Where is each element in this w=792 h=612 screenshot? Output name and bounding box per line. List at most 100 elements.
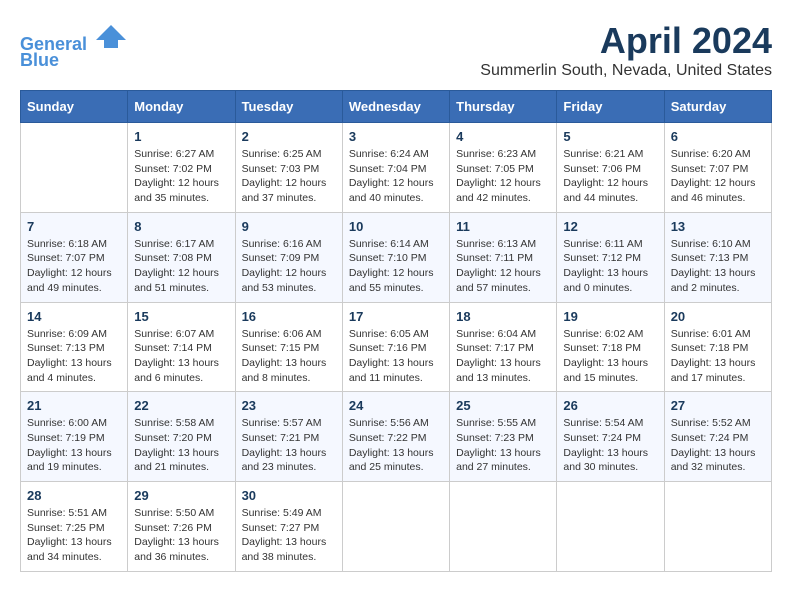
day-number: 21 <box>27 398 121 413</box>
day-number: 13 <box>671 219 765 234</box>
calendar-cell: 18 Sunrise: 6:04 AM Sunset: 7:17 PM Dayli… <box>450 302 557 392</box>
calendar-cell: 13 Sunrise: 6:10 AM Sunset: 7:13 PM Dayli… <box>664 212 771 302</box>
day-info: Sunrise: 6:24 AM Sunset: 7:04 PM Dayligh… <box>349 147 443 206</box>
day-number: 22 <box>134 398 228 413</box>
day-number: 28 <box>27 488 121 503</box>
calendar-cell: 14 Sunrise: 6:09 AM Sunset: 7:13 PM Dayli… <box>21 302 128 392</box>
day-number: 27 <box>671 398 765 413</box>
day-info: Sunrise: 6:13 AM Sunset: 7:11 PM Dayligh… <box>456 237 550 296</box>
page-header: General Blue April 2024 Summerlin South,… <box>20 20 772 80</box>
day-info: Sunrise: 6:11 AM Sunset: 7:12 PM Dayligh… <box>563 237 657 296</box>
calendar-cell: 4 Sunrise: 6:23 AM Sunset: 7:05 PM Daylig… <box>450 123 557 213</box>
calendar-cell: 12 Sunrise: 6:11 AM Sunset: 7:12 PM Dayli… <box>557 212 664 302</box>
calendar-cell: 8 Sunrise: 6:17 AM Sunset: 7:08 PM Daylig… <box>128 212 235 302</box>
week-row-5: 28 Sunrise: 5:51 AM Sunset: 7:25 PM Dayli… <box>21 482 772 572</box>
day-info: Sunrise: 6:01 AM Sunset: 7:18 PM Dayligh… <box>671 327 765 386</box>
day-number: 25 <box>456 398 550 413</box>
calendar-cell: 11Sunrise: 6:13 AM Sunset: 7:11 PM Dayli… <box>450 212 557 302</box>
day-number: 17 <box>349 309 443 324</box>
calendar-cell: 1Sunrise: 6:27 AM Sunset: 7:02 PM Daylig… <box>128 123 235 213</box>
weekday-header-tuesday: Tuesday <box>235 91 342 123</box>
weekday-header-wednesday: Wednesday <box>342 91 449 123</box>
day-number: 5 <box>563 129 657 144</box>
day-info: Sunrise: 5:54 AM Sunset: 7:24 PM Dayligh… <box>563 416 657 475</box>
title-block: April 2024 Summerlin South, Nevada, Unit… <box>480 20 772 80</box>
day-number: 23 <box>242 398 336 413</box>
calendar-cell <box>557 482 664 572</box>
day-info: Sunrise: 5:51 AM Sunset: 7:25 PM Dayligh… <box>27 506 121 565</box>
calendar-cell <box>450 482 557 572</box>
calendar-cell: 22 Sunrise: 5:58 AM Sunset: 7:20 PM Dayli… <box>128 392 235 482</box>
calendar-table: SundayMondayTuesdayWednesdayThursdayFrid… <box>20 90 772 572</box>
calendar-cell: 29 Sunrise: 5:50 AM Sunset: 7:26 PM Dayli… <box>128 482 235 572</box>
week-row-4: 21 Sunrise: 6:00 AM Sunset: 7:19 PM Dayli… <box>21 392 772 482</box>
day-info: Sunrise: 6:17 AM Sunset: 7:08 PM Dayligh… <box>134 237 228 296</box>
day-number: 12 <box>563 219 657 234</box>
weekday-header-monday: Monday <box>128 91 235 123</box>
day-info: Sunrise: 6:14 AM Sunset: 7:10 PM Dayligh… <box>349 237 443 296</box>
month-title: April 2024 <box>480 20 772 62</box>
weekday-header-saturday: Saturday <box>664 91 771 123</box>
day-number: 7 <box>27 219 121 234</box>
day-info: Sunrise: 6:21 AM Sunset: 7:06 PM Dayligh… <box>563 147 657 206</box>
day-info: Sunrise: 6:23 AM Sunset: 7:05 PM Dayligh… <box>456 147 550 206</box>
day-info: Sunrise: 6:00 AM Sunset: 7:19 PM Dayligh… <box>27 416 121 475</box>
day-info: Sunrise: 5:58 AM Sunset: 7:20 PM Dayligh… <box>134 416 228 475</box>
day-number: 10 <box>349 219 443 234</box>
day-number: 18 <box>456 309 550 324</box>
day-info: Sunrise: 6:09 AM Sunset: 7:13 PM Dayligh… <box>27 327 121 386</box>
week-row-3: 14 Sunrise: 6:09 AM Sunset: 7:13 PM Dayli… <box>21 302 772 392</box>
day-number: 30 <box>242 488 336 503</box>
calendar-cell: 26 Sunrise: 5:54 AM Sunset: 7:24 PM Dayli… <box>557 392 664 482</box>
day-number: 9 <box>242 219 336 234</box>
day-number: 4 <box>456 129 550 144</box>
weekday-header-row: SundayMondayTuesdayWednesdayThursdayFrid… <box>21 91 772 123</box>
day-number: 3 <box>349 129 443 144</box>
weekday-header-sunday: Sunday <box>21 91 128 123</box>
calendar-cell: 7Sunrise: 6:18 AM Sunset: 7:07 PM Daylig… <box>21 212 128 302</box>
calendar-cell: 16 Sunrise: 6:06 AM Sunset: 7:15 PM Dayli… <box>235 302 342 392</box>
calendar-cell: 15 Sunrise: 6:07 AM Sunset: 7:14 PM Dayli… <box>128 302 235 392</box>
calendar-cell: 25 Sunrise: 5:55 AM Sunset: 7:23 PM Dayli… <box>450 392 557 482</box>
day-info: Sunrise: 5:55 AM Sunset: 7:23 PM Dayligh… <box>456 416 550 475</box>
day-info: Sunrise: 6:04 AM Sunset: 7:17 PM Dayligh… <box>456 327 550 386</box>
day-info: Sunrise: 5:49 AM Sunset: 7:27 PM Dayligh… <box>242 506 336 565</box>
day-info: Sunrise: 6:27 AM Sunset: 7:02 PM Dayligh… <box>134 147 228 206</box>
week-row-1: 1Sunrise: 6:27 AM Sunset: 7:02 PM Daylig… <box>21 123 772 213</box>
calendar-cell: 27 Sunrise: 5:52 AM Sunset: 7:24 PM Dayli… <box>664 392 771 482</box>
calendar-cell <box>664 482 771 572</box>
day-number: 2 <box>242 129 336 144</box>
day-info: Sunrise: 6:02 AM Sunset: 7:18 PM Dayligh… <box>563 327 657 386</box>
day-number: 14 <box>27 309 121 324</box>
day-number: 26 <box>563 398 657 413</box>
day-info: Sunrise: 6:10 AM Sunset: 7:13 PM Dayligh… <box>671 237 765 296</box>
day-info: Sunrise: 5:52 AM Sunset: 7:24 PM Dayligh… <box>671 416 765 475</box>
calendar-cell: 10 Sunrise: 6:14 AM Sunset: 7:10 PM Dayli… <box>342 212 449 302</box>
location: Summerlin South, Nevada, United States <box>480 62 772 80</box>
calendar-cell: 9Sunrise: 6:16 AM Sunset: 7:09 PM Daylig… <box>235 212 342 302</box>
calendar-cell: 6Sunrise: 6:20 AM Sunset: 7:07 PM Daylig… <box>664 123 771 213</box>
calendar-cell: 28 Sunrise: 5:51 AM Sunset: 7:25 PM Dayli… <box>21 482 128 572</box>
calendar-cell: 30 Sunrise: 5:49 AM Sunset: 7:27 PM Dayli… <box>235 482 342 572</box>
calendar-cell: 24Sunrise: 5:56 AM Sunset: 7:22 PM Dayli… <box>342 392 449 482</box>
day-number: 16 <box>242 309 336 324</box>
day-info: Sunrise: 6:05 AM Sunset: 7:16 PM Dayligh… <box>349 327 443 386</box>
day-number: 24 <box>349 398 443 413</box>
calendar-cell: 20Sunrise: 6:01 AM Sunset: 7:18 PM Dayli… <box>664 302 771 392</box>
calendar-cell: 3 Sunrise: 6:24 AM Sunset: 7:04 PM Daylig… <box>342 123 449 213</box>
day-number: 8 <box>134 219 228 234</box>
day-number: 19 <box>563 309 657 324</box>
logo: General Blue <box>20 20 126 71</box>
day-info: Sunrise: 6:25 AM Sunset: 7:03 PM Dayligh… <box>242 147 336 206</box>
day-info: Sunrise: 5:50 AM Sunset: 7:26 PM Dayligh… <box>134 506 228 565</box>
day-number: 15 <box>134 309 228 324</box>
day-number: 29 <box>134 488 228 503</box>
day-info: Sunrise: 6:07 AM Sunset: 7:14 PM Dayligh… <box>134 327 228 386</box>
weekday-header-thursday: Thursday <box>450 91 557 123</box>
day-info: Sunrise: 5:57 AM Sunset: 7:21 PM Dayligh… <box>242 416 336 475</box>
calendar-cell <box>342 482 449 572</box>
week-row-2: 7Sunrise: 6:18 AM Sunset: 7:07 PM Daylig… <box>21 212 772 302</box>
day-info: Sunrise: 6:06 AM Sunset: 7:15 PM Dayligh… <box>242 327 336 386</box>
calendar-cell <box>21 123 128 213</box>
logo-icon <box>96 20 126 50</box>
